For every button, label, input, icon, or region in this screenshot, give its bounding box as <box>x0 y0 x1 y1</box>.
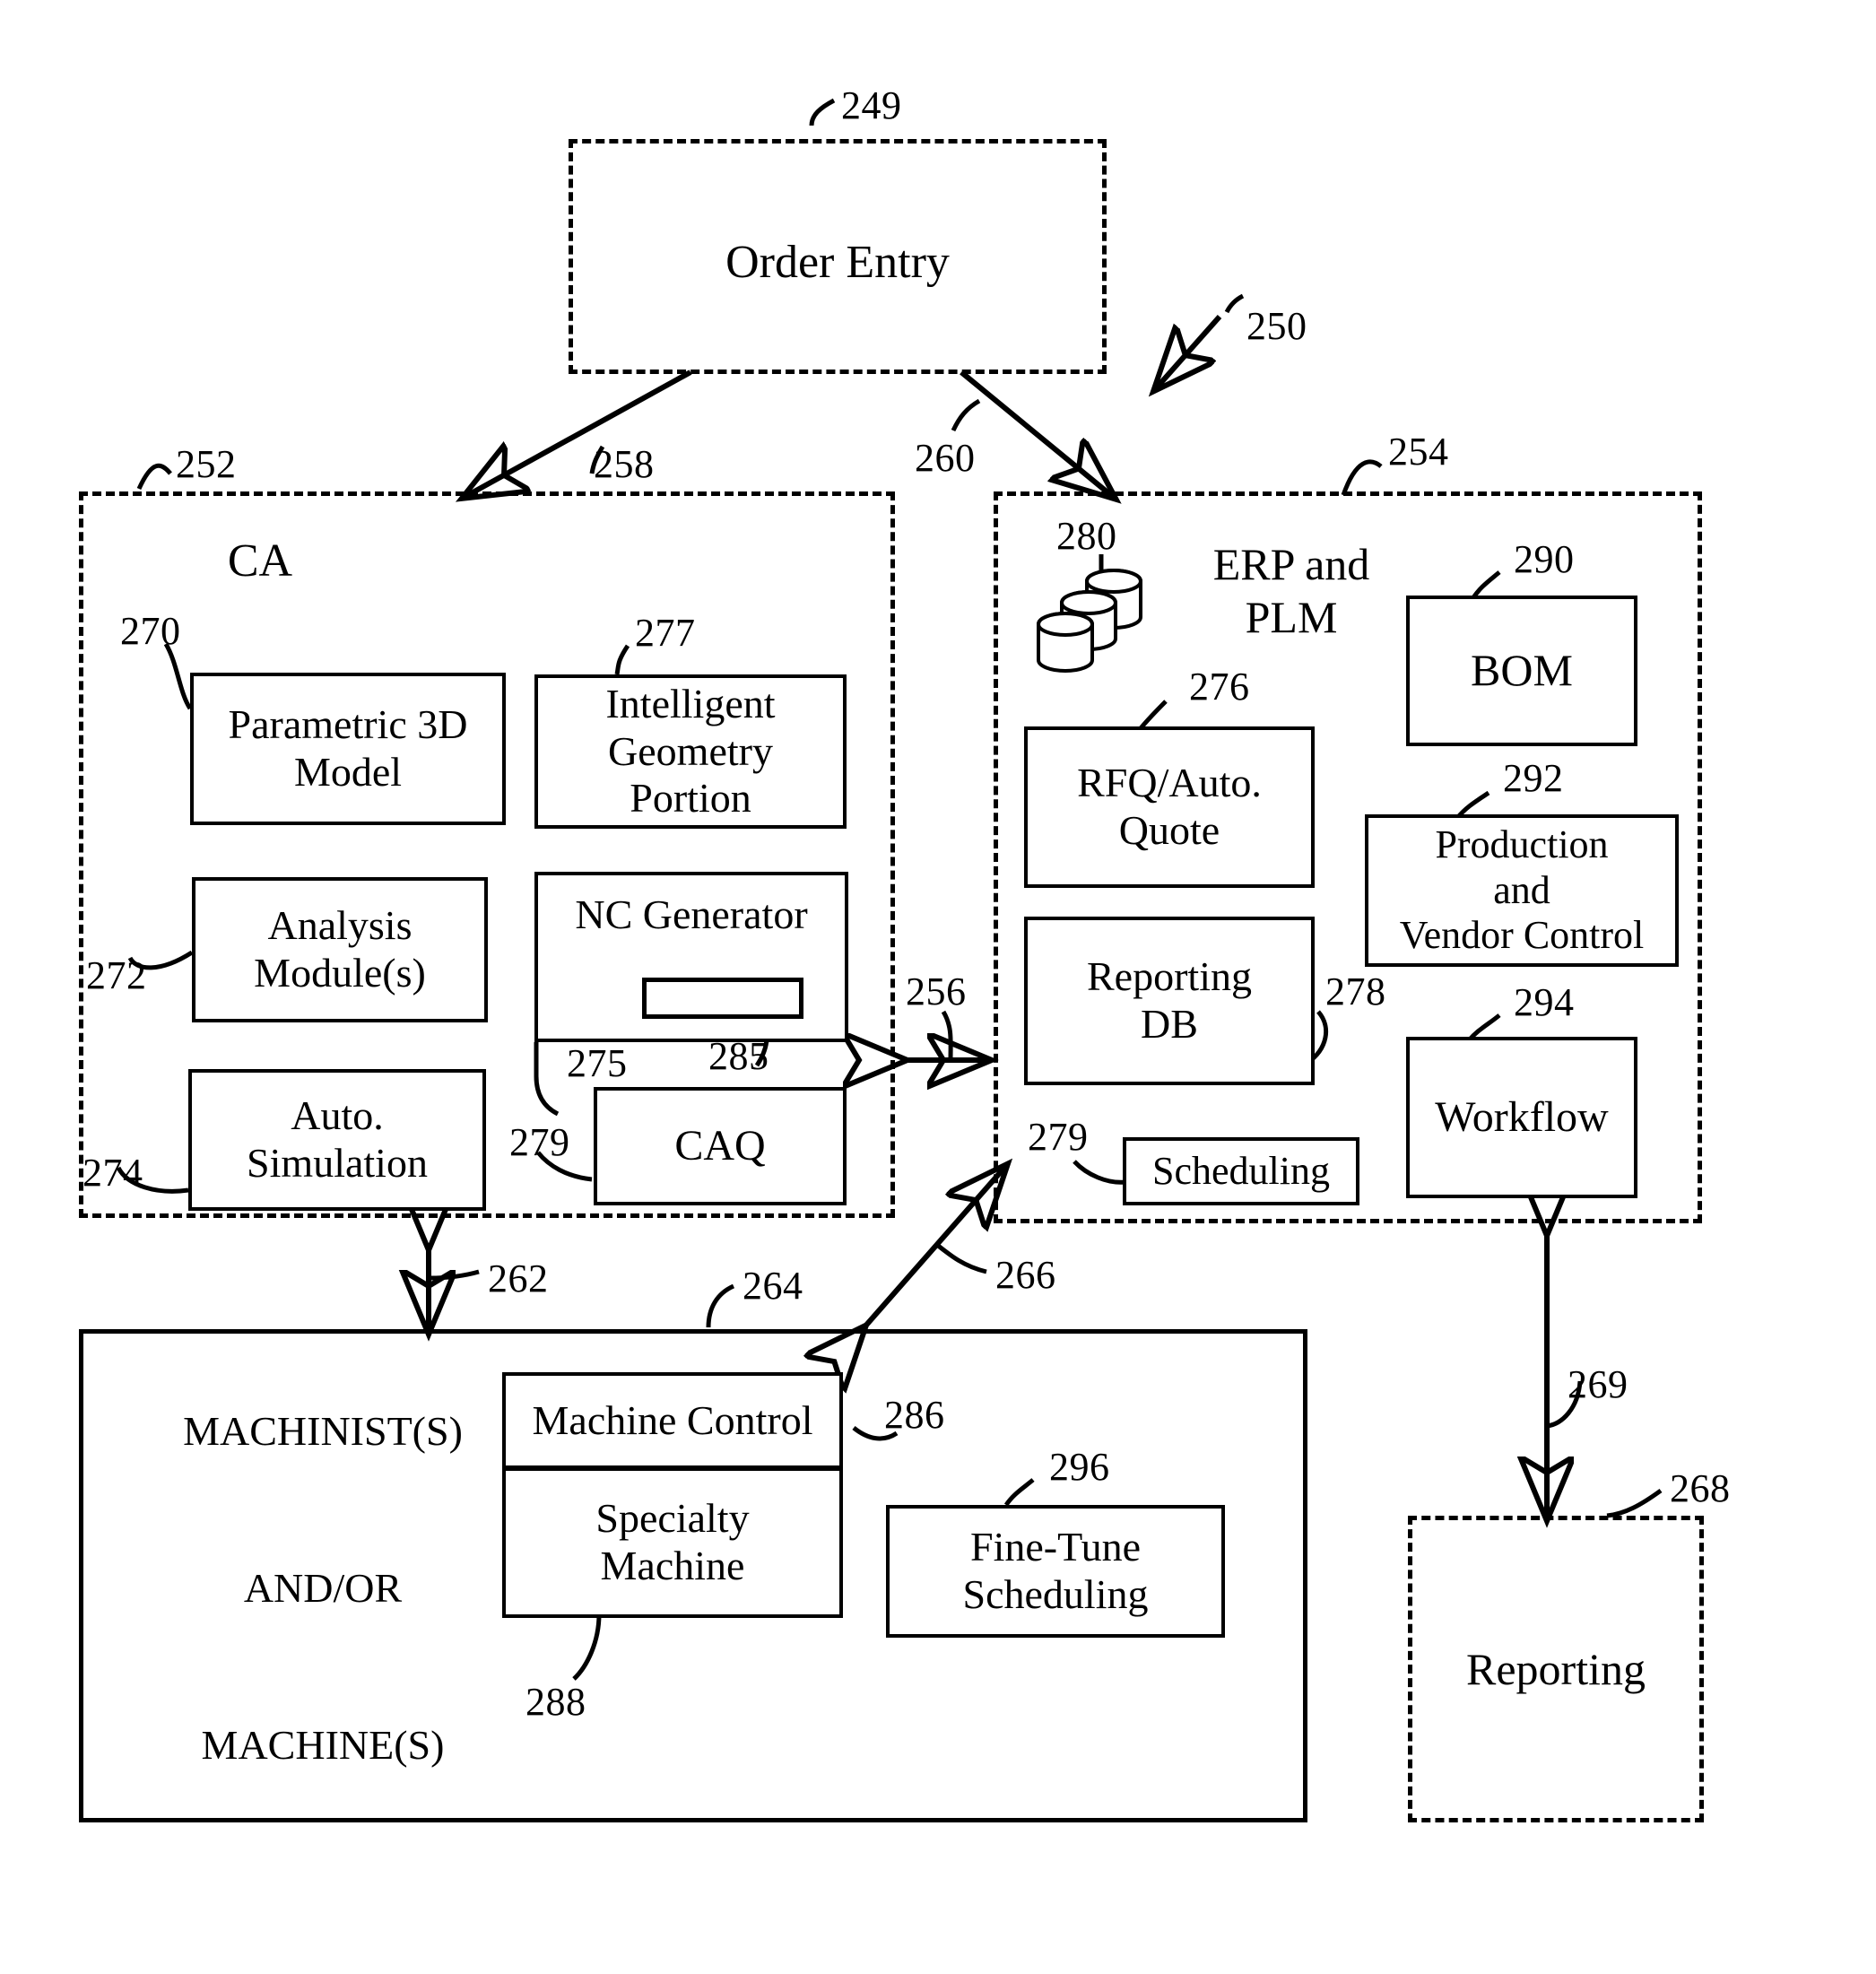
box-fine-tune-scheduling[interactable]: Fine-Tune Scheduling <box>886 1505 1225 1638</box>
ref-249: 249 <box>841 83 902 127</box>
box-auto-simulation[interactable]: Auto. Simulation <box>188 1069 486 1211</box>
box-nc-generator-label: NC Generator <box>575 891 808 937</box>
box-scheduling-label: Scheduling <box>1152 1148 1330 1193</box>
box-machine-control-label: Machine Control <box>532 1396 813 1443</box>
box-machine-control[interactable]: Machine Control <box>502 1372 843 1469</box>
ref-266: 266 <box>995 1253 1056 1297</box>
ref-276: 276 <box>1189 665 1250 709</box>
database-stack-icon <box>1031 556 1184 682</box>
ref-270: 270 <box>120 609 181 653</box>
order-entry-label: Order Entry <box>725 237 950 288</box>
ref-268: 268 <box>1670 1466 1731 1510</box>
box-specialty-machine-label: Specialty Machine <box>595 1495 750 1588</box>
ref-294: 294 <box>1514 980 1575 1024</box>
box-production-vendor-control[interactable]: Production and Vendor Control <box>1365 814 1679 967</box>
ref-296: 296 <box>1049 1445 1110 1489</box>
figure-canvas: Order Entry 249 250 258 260 CA 252 Param… <box>0 0 1876 1974</box>
ref-262: 262 <box>488 1257 549 1300</box>
box-fine-tune-scheduling-label: Fine-Tune Scheduling <box>962 1524 1149 1617</box>
ref-250: 250 <box>1246 304 1307 348</box>
ref-274: 274 <box>83 1151 143 1195</box>
ref-279-scheduling: 279 <box>1028 1115 1089 1159</box>
ref-286: 286 <box>884 1393 945 1437</box>
ca-label: CA <box>227 535 293 587</box>
box-reporting-db[interactable]: Reporting DB <box>1024 917 1315 1085</box>
ref-277: 277 <box>635 611 696 655</box>
ref-280: 280 <box>1056 514 1117 558</box>
box-production-vendor-control-label: Production and Vendor Control <box>1399 822 1645 958</box>
ref-292: 292 <box>1503 756 1564 800</box>
ref-272: 272 <box>86 953 147 997</box>
ref-288: 288 <box>525 1680 586 1724</box>
ref-260: 260 <box>915 436 976 480</box>
box-intelligent-geometry-portion-label: Intelligent Geometry Portion <box>605 680 776 822</box>
box-analysis-modules[interactable]: Analysis Module(s) <box>192 877 488 1022</box>
box-scheduling[interactable]: Scheduling <box>1123 1137 1359 1205</box>
ref-258: 258 <box>594 442 655 486</box>
box-intelligent-geometry-portion[interactable]: Intelligent Geometry Portion <box>534 674 847 829</box>
box-caq[interactable]: CAQ <box>594 1087 847 1205</box>
box-reporting-db-label: Reporting DB <box>1087 953 1252 1047</box>
ref-269: 269 <box>1568 1362 1628 1406</box>
box-parametric-3d-model[interactable]: Parametric 3D Model <box>190 673 506 825</box>
ref-290: 290 <box>1514 537 1575 581</box>
ref-264: 264 <box>743 1264 803 1308</box>
ref-279-caq: 279 <box>509 1120 570 1164</box>
box-specialty-machine[interactable]: Specialty Machine <box>502 1467 843 1618</box>
ref-285: 285 <box>708 1034 769 1078</box>
box-rfq-auto-quote[interactable]: RFQ/Auto. Quote <box>1024 726 1315 888</box>
ref-252: 252 <box>176 442 237 486</box>
ref-256: 256 <box>906 970 967 1013</box>
box-analysis-modules-label: Analysis Module(s) <box>254 902 426 996</box>
ref-278: 278 <box>1325 970 1386 1013</box>
box-auto-simulation-label: Auto. Simulation <box>247 1092 428 1186</box>
box-rfq-auto-quote-label: RFQ/Auto. Quote <box>1077 760 1262 853</box>
box-caq-label: CAQ <box>674 1122 766 1170</box>
box-bom[interactable]: BOM <box>1406 596 1637 746</box>
box-bom-label: BOM <box>1471 645 1573 696</box>
ref-254: 254 <box>1388 430 1449 474</box>
erp-plm-label: ERP and PLM <box>1212 539 1370 642</box>
reporting-label: Reporting <box>1466 1644 1646 1694</box>
box-workflow[interactable]: Workflow <box>1406 1037 1637 1198</box>
ref-275: 275 <box>567 1041 628 1085</box>
box-parametric-3d-model-label: Parametric 3D Model <box>228 701 468 795</box>
box-workflow-label: Workflow <box>1435 1093 1609 1142</box>
machinist-machine-label: MACHINIST(S) AND/OR MACHINE(S) <box>183 1408 463 1768</box>
box-nc-generator-inner[interactable] <box>642 978 803 1019</box>
